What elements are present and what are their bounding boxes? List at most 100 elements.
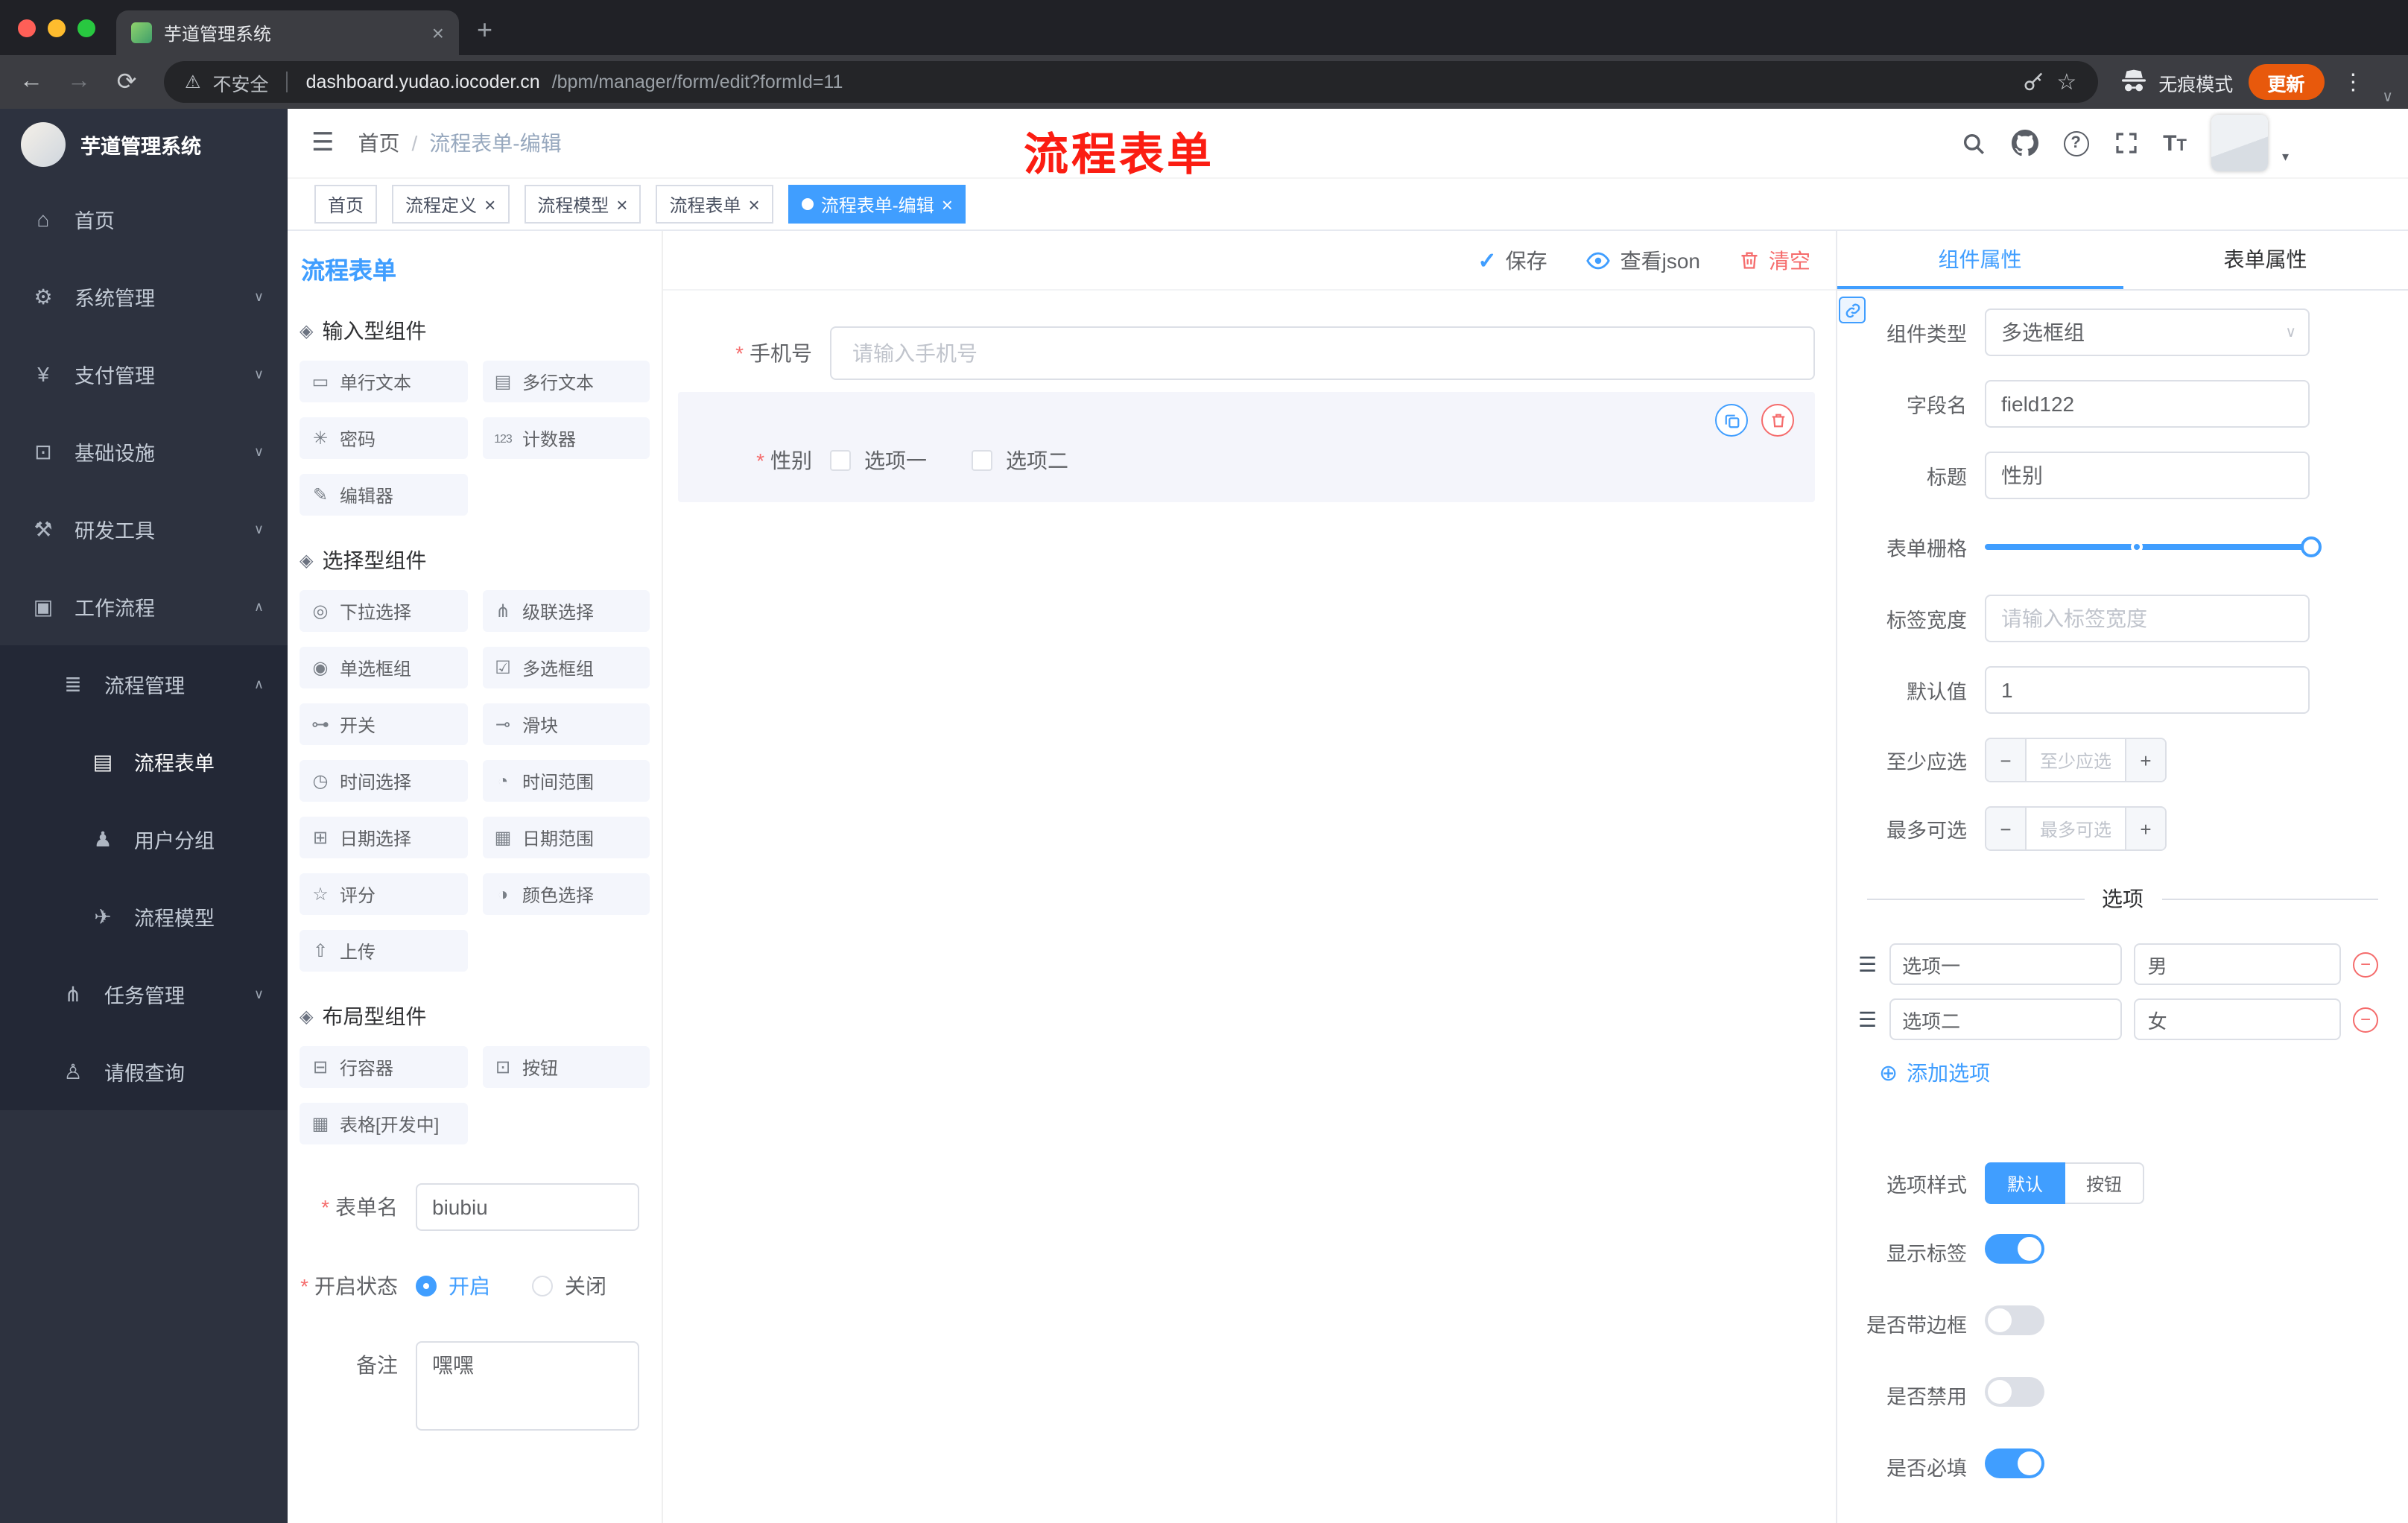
form-name-input[interactable] [416,1183,639,1231]
component-chip[interactable]: ☑ 多选框组 [482,647,650,688]
component-chip[interactable]: ✎ 编辑器 [300,474,467,516]
sidebar-item[interactable]: ✈ 流程模型 [0,878,288,955]
view-tag[interactable]: 流程定义 × [392,185,510,224]
label-width-input[interactable] [1985,595,2310,642]
component-chip[interactable]: ◉ 单选框组 [300,647,467,688]
increase-button[interactable]: + [2125,808,2165,849]
avatar-caret-icon[interactable]: ▾ [2282,148,2289,165]
decrease-button[interactable]: − [1986,808,2027,849]
sidebar-item[interactable]: ¥ 支付管理 ∨ [0,335,288,413]
component-chip[interactable]: ⊶ 开关 [300,703,467,745]
clear-button[interactable]: 清空 [1739,245,1810,275]
tag-close-icon[interactable]: × [749,194,760,214]
decrease-button[interactable]: − [1986,739,2027,781]
sidebar-item[interactable]: ⋔ 任务管理 ∨ [0,955,288,1033]
option-style-button-button[interactable]: 按钮 [2065,1162,2145,1204]
component-chip[interactable]: ✳ 密码 [300,417,467,459]
save-button[interactable]: ✓ 保存 [1477,245,1547,275]
github-icon[interactable] [2011,130,2038,156]
max-select-value[interactable]: 最多可选 [2027,808,2125,849]
option-value-input[interactable] [2134,998,2341,1040]
tag-close-icon[interactable]: × [484,194,495,214]
component-chip[interactable]: ⊞ 日期选择 [300,817,467,858]
link-icon[interactable] [1839,297,1866,323]
component-chip[interactable]: ⊡ 按钮 [482,1046,650,1088]
sidebar-item[interactable]: ⚒ 研发工具 ∨ [0,490,288,568]
status-on-radio[interactable]: 开启 [416,1271,490,1301]
form-remark-textarea[interactable]: 嘿嘿 [416,1341,639,1431]
component-chip[interactable]: ▭ 单行文本 [300,361,467,402]
component-chip[interactable]: ◔ 时间范围 [482,760,650,802]
status-off-radio[interactable]: 关闭 [532,1271,606,1301]
increase-button[interactable]: + [2125,739,2165,781]
slider-knob[interactable] [2301,536,2322,557]
back-button[interactable]: ← [15,69,48,95]
toggle-switch[interactable] [1985,1448,2044,1478]
copy-field-button[interactable] [1715,404,1748,437]
font-size-icon[interactable]: TT [2163,130,2187,156]
help-icon[interactable]: ? [2063,130,2089,156]
form-grid-slider[interactable] [1985,523,2322,571]
user-avatar[interactable] [2211,115,2269,171]
component-chip[interactable]: ◑ 颜色选择 [482,873,650,915]
tag-close-icon[interactable]: × [942,194,953,214]
tag-close-icon[interactable]: × [616,194,627,214]
remove-option-button[interactable]: − [2353,1007,2378,1032]
field-name-input[interactable] [1985,380,2310,428]
component-chip[interactable]: ⇧ 上传 [300,930,467,972]
view-tag[interactable]: 首页 [314,185,378,224]
add-option-button[interactable]: ⊕ 添加选项 [1879,1058,2408,1088]
address-bar[interactable]: ⚠ 不安全 dashboard.yudao.iocoder.cn/bpm/man… [164,61,2098,103]
tab-component-props[interactable]: 组件属性 [1837,231,2123,289]
sidebar-item[interactable]: ⊡ 基础设施 ∨ [0,413,288,490]
window-maximize-button[interactable] [77,19,95,37]
option-value-input[interactable] [2134,943,2341,985]
sidebar-item[interactable]: ▤ 流程表单 [0,723,288,800]
tab-close-icon[interactable]: × [432,21,444,45]
browser-update-button[interactable]: 更新 [2248,64,2325,100]
security-label[interactable]: 不安全 [213,68,269,96]
breadcrumb-home[interactable]: 首页 [358,128,400,158]
checkbox-option[interactable]: 选项二 [972,446,1068,475]
toggle-switch[interactable] [1985,1233,2044,1263]
gender-field-selected[interactable]: 性别 选项一 [678,392,1815,502]
view-tag[interactable]: 流程表单 × [656,185,773,224]
sidebar-item[interactable]: ⌂ 首页 [0,180,288,258]
reload-button[interactable]: ⟳ [110,67,143,97]
password-key-icon[interactable] [2022,71,2044,93]
toggle-switch[interactable] [1985,1376,2044,1406]
component-chip[interactable]: ⋔ 级联选择 [482,590,650,632]
phone-field[interactable]: 手机号 [678,326,1815,380]
browser-tab[interactable]: 芋道管理系统 × [116,10,459,55]
forward-button[interactable]: → [63,69,95,95]
remove-option-button[interactable]: − [2353,952,2378,977]
min-select-value[interactable]: 至少应选 [2027,739,2125,781]
toolbar-overflow-chevron-icon[interactable]: ∨ [2382,89,2393,109]
drag-handle-icon[interactable]: ☰ [1858,1007,1877,1032]
sidebar-item[interactable]: ⚙ 系统管理 ∨ [0,258,288,335]
option-label-input[interactable] [1889,998,2123,1040]
drag-handle-icon[interactable]: ☰ [1858,952,1877,977]
window-close-button[interactable] [18,19,36,37]
sidebar-item[interactable]: ♙ 请假查询 [0,1033,288,1110]
component-chip[interactable]: ▤ 多行文本 [482,361,650,402]
component-chip[interactable]: ▦ 日期范围 [482,817,650,858]
sidebar-item[interactable]: ♟ 用户分组 [0,800,288,878]
search-icon[interactable] [1960,130,1986,156]
view-json-button[interactable]: 查看json [1586,245,1700,275]
toggle-switch[interactable] [1985,1305,2044,1334]
component-type-select[interactable]: 多选框组 ∨ [1985,308,2310,356]
component-chip[interactable]: ⊸ 滑块 [482,703,650,745]
component-chip[interactable]: ⊟ 行容器 [300,1046,467,1088]
view-tag[interactable]: 流程模型 × [524,185,641,224]
delete-field-button[interactable] [1761,404,1794,437]
view-tag[interactable]: 流程表单-编辑 × [788,185,966,224]
tab-form-props[interactable]: 表单属性 [2123,231,2408,289]
menu-fold-icon[interactable]: ☰ [311,128,335,158]
component-chip[interactable]: 123 计数器 [482,417,650,459]
component-chip[interactable]: ▦ 表格[开发中] [300,1103,467,1144]
default-value-input[interactable] [1985,666,2310,714]
fullscreen-icon[interactable] [2114,131,2138,155]
title-input[interactable] [1985,452,2310,499]
checkbox-option[interactable]: 选项一 [830,446,927,475]
